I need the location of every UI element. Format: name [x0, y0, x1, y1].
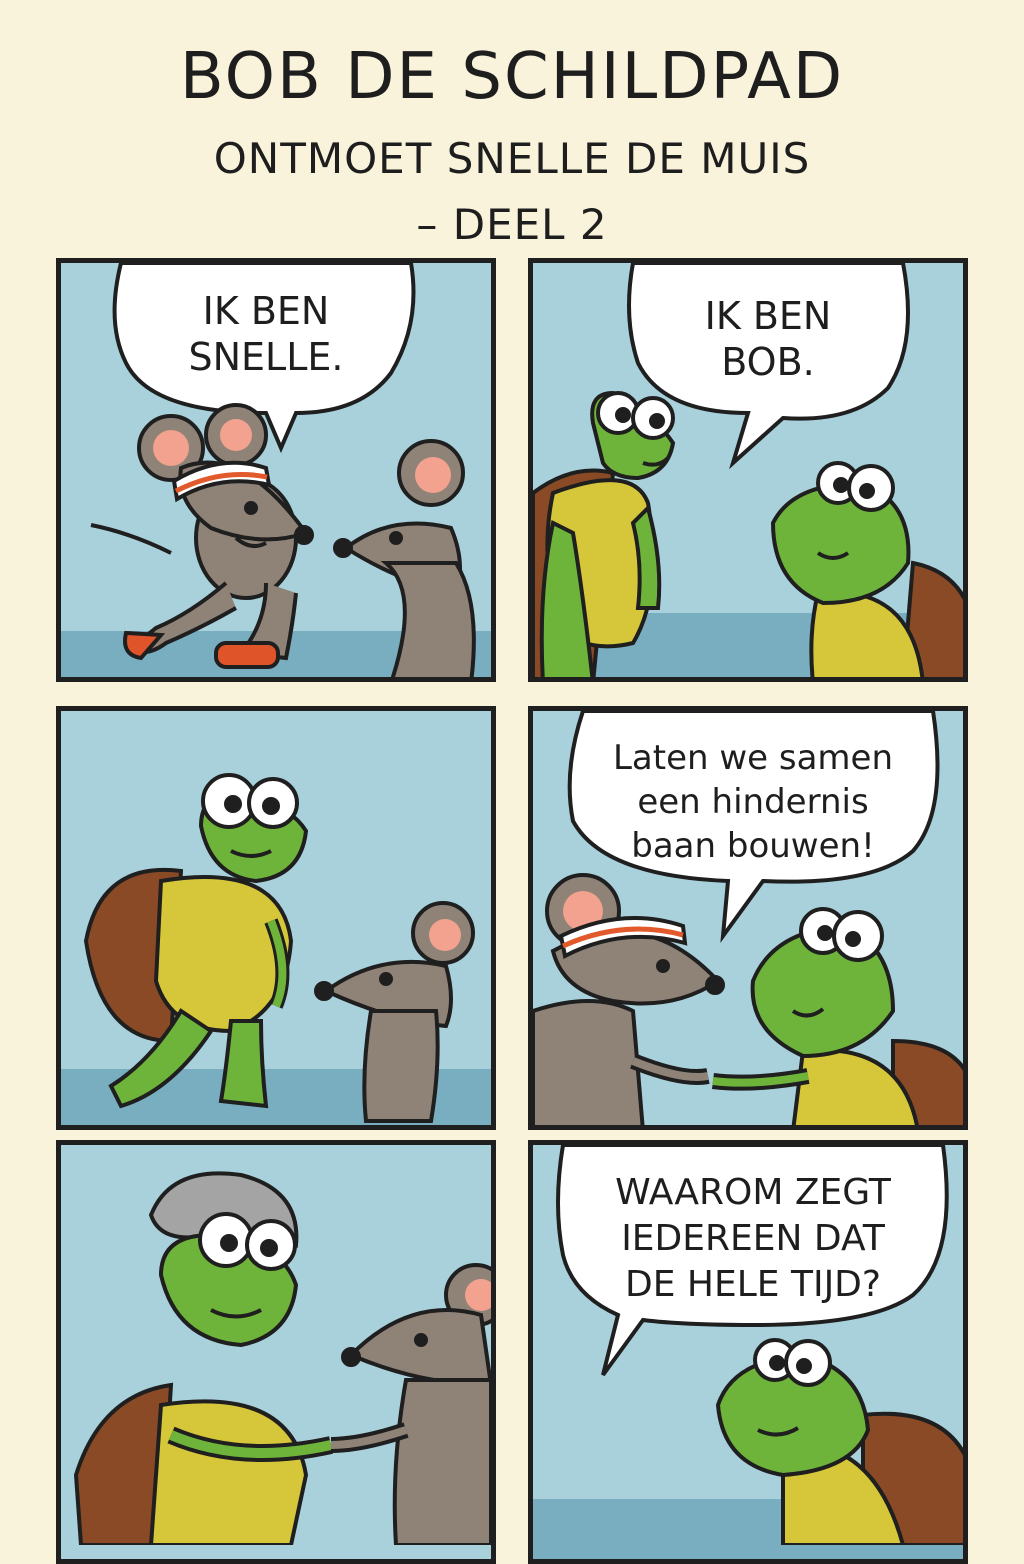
speech-line: BOB. [721, 340, 815, 384]
turtle-friend-icon [712, 907, 963, 1125]
panel-6: WAAROM ZEGT IEDEREEN DAT DE HELE TIJD? [528, 1140, 968, 1564]
turtle-bob-icon [715, 1338, 963, 1545]
mouse-snelle-icon [533, 873, 725, 1125]
speech-line: WAAROM ZEGT [615, 1172, 891, 1213]
speech-line: IK BEN [202, 289, 330, 333]
speech-line: DE HELE TIJD? [624, 1264, 882, 1305]
panel-1: IK BEN SNELLE. [56, 258, 496, 682]
panel-3 [56, 706, 496, 1130]
panel-4: Laten we samen een hindernis baan bouwen… [528, 706, 968, 1130]
turtle-old-icon [73, 1171, 333, 1545]
speech-line: SNELLE. [188, 335, 344, 379]
comic-subtitle: ONTMOET SNELLE DE MUIS [213, 134, 811, 183]
panel-5 [56, 1140, 496, 1564]
comic-part-label: – DEEL 2 [416, 200, 608, 249]
speech-line: IK BEN [704, 294, 832, 338]
mouse-friend-icon [330, 1263, 491, 1545]
turtle-bob-icon [533, 390, 676, 677]
speech-text: IK BEN SNELLE. [131, 288, 401, 380]
speech-text: WAAROM ZEGT IEDEREEN DAT DE HELE TIJD? [573, 1170, 933, 1308]
panel-2: IK BEN BOB. [528, 258, 968, 682]
speech-text: IK BEN BOB. [648, 293, 888, 385]
panel-3-art [83, 773, 475, 1123]
mouse-friend-icon [333, 439, 476, 677]
speech-line: een hindernis [637, 782, 869, 822]
speech-line: baan bouwen! [631, 826, 875, 866]
turtle-bob-icon [83, 773, 309, 1109]
speech-line: Laten we samen [612, 738, 894, 778]
mouse-friend-icon [314, 901, 475, 1123]
panel-5-art [73, 1171, 491, 1545]
speech-text: Laten we samen een hindernis baan bouwen… [588, 736, 918, 868]
comic-title: BOB DE SCHILDPAD [179, 40, 845, 114]
speech-line: IEDEREEN DAT [621, 1218, 885, 1259]
turtle-friend-icon [770, 461, 963, 677]
